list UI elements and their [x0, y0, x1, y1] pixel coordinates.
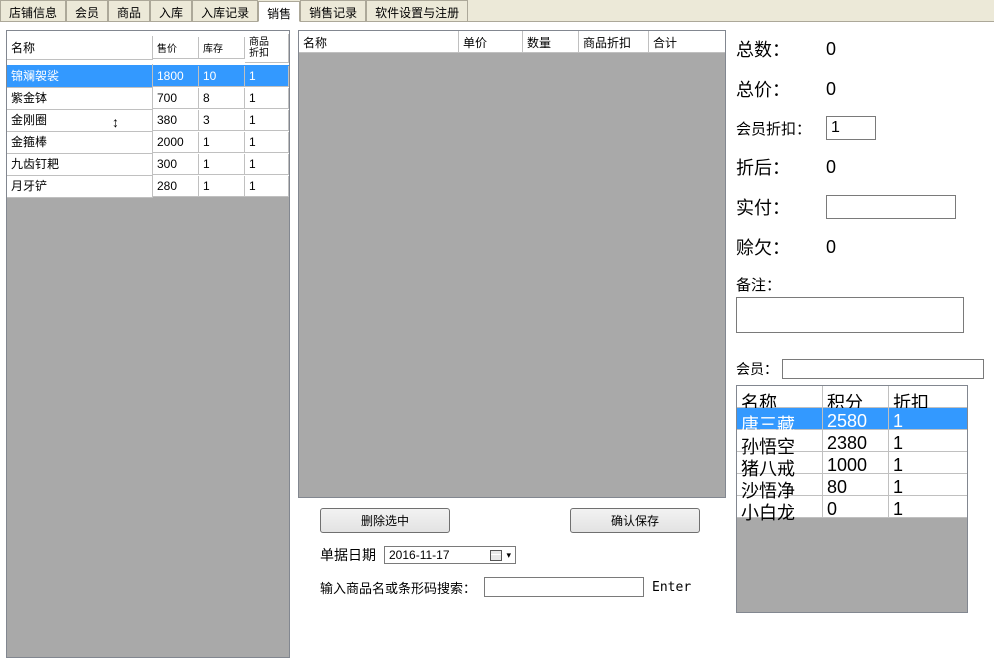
date-value: 2016-11-17	[389, 548, 450, 562]
member-header-row: 名称 积分 折扣	[737, 386, 967, 408]
cart-table: 名称 单价 数量 商品折扣 合计	[298, 30, 726, 498]
tab-6[interactable]: 销售记录	[300, 0, 366, 21]
col-name[interactable]: 名称	[7, 36, 153, 60]
tab-0[interactable]: 店铺信息	[0, 0, 66, 21]
col-price[interactable]: 售价	[153, 37, 199, 59]
member-label: 会员：	[736, 359, 778, 379]
search-label: 输入商品名或条形码搜索：	[320, 578, 476, 597]
cart-col-discount[interactable]: 商品折扣	[579, 31, 649, 53]
enter-hint: Enter	[652, 580, 691, 595]
product-row[interactable]: 金刚圈38031	[7, 109, 289, 131]
confirm-save-button[interactable]: 确认保存	[570, 508, 700, 533]
mcol-name[interactable]: 名称	[737, 386, 823, 408]
cart-col-name[interactable]: 名称	[299, 31, 459, 53]
total-amt-label: 总价：	[736, 76, 826, 102]
product-row[interactable]: 九齿钉耙30011	[7, 153, 289, 175]
tab-4[interactable]: 入库记录	[192, 0, 258, 21]
tab-5[interactable]: 销售	[258, 1, 300, 22]
cart-header-row: 名称 单价 数量 商品折扣 合计	[299, 31, 725, 53]
owe-value: 0	[826, 237, 946, 258]
member-row[interactable]: 孙悟空23801	[737, 430, 967, 452]
product-row[interactable]: 锦斓袈裟1800101	[7, 65, 289, 87]
tab-7[interactable]: 软件设置与注册	[366, 0, 468, 21]
total-qty-value: 0	[826, 39, 946, 60]
total-qty-label: 总数：	[736, 36, 826, 62]
tab-1[interactable]: 会员	[66, 0, 108, 21]
right-panel: 总数： 0 总价： 0 会员折扣： 折后： 0 实付： 赊欠： 0 备注： 会员…	[734, 30, 988, 658]
member-search-input[interactable]	[782, 359, 984, 379]
member-row[interactable]: 沙悟净801	[737, 474, 967, 496]
note-label: 备注：	[736, 277, 781, 294]
product-row[interactable]: 紫金钵70081	[7, 87, 289, 109]
member-row[interactable]: 唐三藏25801	[737, 408, 967, 430]
after-disc-label: 折后：	[736, 154, 826, 180]
cart-col-total[interactable]: 合计	[649, 31, 725, 53]
paid-input[interactable]	[826, 195, 956, 219]
product-row[interactable]: 金箍棒200011	[7, 131, 289, 153]
delete-selected-button[interactable]: 删除选中	[320, 508, 450, 533]
member-table: 名称 积分 折扣 唐三藏25801孙悟空23801猪八戒10001沙悟净801小…	[736, 385, 968, 613]
total-amt-value: 0	[826, 79, 946, 100]
note-textarea[interactable]	[736, 297, 964, 333]
main-content: 名称 售价 库存 商品 折扣 锦斓袈裟1800101紫金钵70081金刚圈380…	[0, 22, 994, 666]
product-header-row: 名称 售价 库存 商品 折扣	[7, 31, 289, 65]
product-row[interactable]: 月牙铲28011	[7, 175, 289, 197]
member-discount-input[interactable]	[826, 116, 876, 140]
mcol-points[interactable]: 积分	[823, 386, 889, 408]
after-disc-value: 0	[826, 157, 946, 178]
col-stock[interactable]: 库存	[199, 37, 245, 59]
date-label: 单据日期	[320, 545, 376, 565]
paid-label: 实付：	[736, 194, 826, 220]
tab-bar: 店铺信息会员商品入库入库记录销售销售记录软件设置与注册	[0, 0, 994, 22]
member-row[interactable]: 小白龙01	[737, 496, 967, 518]
tab-3[interactable]: 入库	[150, 0, 192, 21]
mcol-discount[interactable]: 折扣	[889, 386, 967, 408]
cart-col-qty[interactable]: 数量	[523, 31, 579, 53]
center-panel: 名称 单价 数量 商品折扣 合计 删除选中 确认保存 单据日期 2016-11-…	[298, 30, 726, 658]
col-discount[interactable]: 商品 折扣	[245, 34, 289, 63]
date-picker[interactable]: 2016-11-17 ▾	[384, 546, 516, 564]
calendar-icon	[490, 550, 502, 561]
tab-2[interactable]: 商品	[108, 0, 150, 21]
cart-col-price[interactable]: 单价	[459, 31, 523, 53]
search-input[interactable]	[484, 577, 644, 597]
owe-label: 赊欠：	[736, 234, 826, 260]
member-row[interactable]: 猪八戒10001	[737, 452, 967, 474]
member-disc-label: 会员折扣：	[736, 118, 826, 139]
product-list: 名称 售价 库存 商品 折扣 锦斓袈裟1800101紫金钵70081金刚圈380…	[6, 30, 290, 658]
chevron-down-icon: ▾	[506, 550, 511, 561]
